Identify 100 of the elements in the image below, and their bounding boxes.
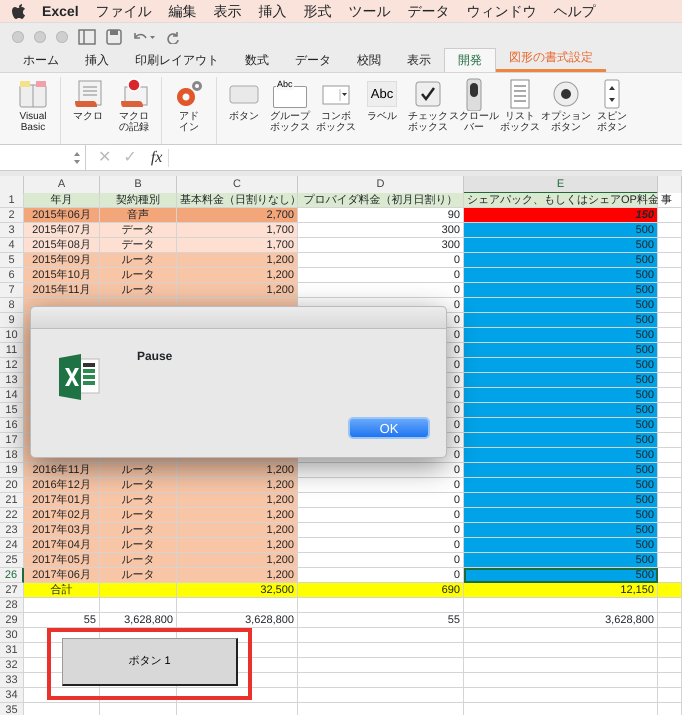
row-header[interactable]: 3	[0, 223, 24, 238]
table-cell: 3,628,800	[100, 613, 177, 628]
row-header[interactable]: 31	[0, 643, 24, 658]
row-header[interactable]: 8	[0, 298, 24, 313]
row-header[interactable]: 7	[0, 283, 24, 298]
menu-item[interactable]: ファイル	[96, 0, 152, 22]
row-header[interactable]: 1	[0, 193, 24, 208]
ribbon-tab[interactable]: 校閲	[344, 49, 394, 72]
form-button[interactable]: ボタン 1	[62, 638, 238, 686]
table-cell: 2015年10月	[24, 268, 100, 283]
ribbon-button[interactable]: アド イン	[168, 77, 210, 144]
menu-item[interactable]: 編集	[168, 0, 197, 22]
row-header[interactable]: 10	[0, 328, 24, 343]
table-cell: 500	[464, 448, 658, 463]
stepper-icon	[73, 150, 81, 164]
ribbon-button[interactable]: スピン ボタン	[591, 77, 633, 144]
row-header[interactable]: 28	[0, 598, 24, 613]
row-header[interactable]: 6	[0, 268, 24, 283]
row-header[interactable]: 15	[0, 403, 24, 418]
row-header[interactable]: 30	[0, 628, 24, 643]
table-cell: 0	[298, 523, 464, 538]
table-cell	[658, 388, 682, 403]
row-header[interactable]: 11	[0, 343, 24, 358]
table-cell: 1,200	[177, 508, 298, 523]
table-cell	[658, 583, 682, 598]
table-cell: 500	[464, 493, 658, 508]
row-header[interactable]: 35	[0, 703, 24, 715]
menu-item[interactable]: データ	[408, 0, 450, 22]
spreadsheet-app-icon	[57, 353, 101, 401]
row-header[interactable]: 12	[0, 358, 24, 373]
table-cell: 0	[298, 478, 464, 493]
ribbon-tab[interactable]: 数式	[232, 49, 282, 72]
row-header[interactable]: 22	[0, 508, 24, 523]
table-cell: 1,700	[177, 223, 298, 238]
menu-item[interactable]: 表示	[214, 0, 242, 22]
table-cell: 3,628,800	[464, 613, 658, 628]
table-cell: 500	[464, 283, 658, 298]
table-cell: ルータ	[100, 523, 177, 538]
table-cell: 0	[298, 568, 464, 583]
label-control-icon: Abc	[366, 81, 398, 107]
window-control[interactable]	[56, 30, 68, 42]
menu-item[interactable]: ツール	[348, 0, 391, 22]
table-cell: 500	[464, 328, 658, 343]
menu-item[interactable]: ウィンドウ	[466, 0, 537, 22]
row-header[interactable]: 14	[0, 388, 24, 403]
ribbon-tab[interactable]: 表示	[394, 49, 444, 72]
row-header[interactable]: 23	[0, 523, 24, 538]
row-header[interactable]: 13	[0, 373, 24, 388]
row-header[interactable]: 26	[0, 568, 24, 583]
row-header[interactable]: 5	[0, 253, 24, 268]
ribbon-button[interactable]: Abc グループ ボックス	[269, 77, 311, 144]
menu-item[interactable]: ヘルプ	[554, 0, 596, 22]
table-cell: 1,200	[177, 268, 298, 283]
menu-item[interactable]: 挿入	[258, 0, 287, 22]
row-header[interactable]: 34	[0, 688, 24, 703]
app-menu[interactable]: Excel	[42, 0, 79, 22]
table-cell: 500	[464, 463, 658, 478]
row-header[interactable]: 16	[0, 418, 24, 433]
row-header[interactable]: 17	[0, 433, 24, 448]
table-cell	[658, 628, 682, 643]
menu-item[interactable]: 形式	[304, 0, 332, 22]
table-cell	[658, 553, 682, 568]
table-cell: 500	[464, 298, 658, 313]
ribbon-button[interactable]: Abc ラベル	[361, 77, 403, 144]
table-cell: 300	[298, 223, 464, 238]
row-header[interactable]: 18	[0, 448, 24, 463]
row-header[interactable]: 29	[0, 613, 24, 628]
row-header[interactable]: 33	[0, 673, 24, 688]
row-header[interactable]: 32	[0, 658, 24, 673]
ribbon-button[interactable]: Visual Basic	[12, 77, 54, 144]
row-header[interactable]: 21	[0, 493, 24, 508]
ribbon-tab[interactable]: 開発	[444, 48, 496, 72]
column-header[interactable]: E	[464, 176, 658, 194]
table-cell: 2017年02月	[24, 508, 100, 523]
row-header[interactable]: 19	[0, 463, 24, 478]
ribbon-tab[interactable]: 挿入	[72, 49, 122, 72]
table-cell: 1,200	[177, 538, 298, 553]
ribbon-button[interactable]: ボタン	[223, 77, 265, 144]
ribbon-tab[interactable]: データ	[282, 49, 344, 72]
row-header[interactable]: 27	[0, 583, 24, 598]
table-cell: 55	[298, 613, 464, 628]
ribbon-tab[interactable]: 印刷レイアウト	[122, 49, 232, 72]
ribbon-button[interactable]: チェック ボックス	[407, 77, 449, 144]
row-header[interactable]: 25	[0, 553, 24, 568]
ribbon-button[interactable]: マクロ の記録	[113, 77, 155, 144]
table-cell	[658, 208, 682, 223]
ribbon-button[interactable]: マクロ	[67, 77, 109, 144]
row-header[interactable]: 24	[0, 538, 24, 553]
ribbon-tab[interactable]: ホーム	[10, 49, 72, 72]
ribbon-button[interactable]: コンボ ボックス	[315, 77, 357, 144]
table-cell: シェアパック、もしくはシェアOP料金	[464, 193, 658, 208]
ribbon-button[interactable]: リスト ボックス	[499, 77, 541, 144]
row-header[interactable]: 2	[0, 208, 24, 223]
window-control[interactable]	[34, 30, 46, 42]
insert-function-button[interactable]: fx	[150, 146, 162, 170]
row-header[interactable]: 20	[0, 478, 24, 493]
row-header[interactable]: 9	[0, 313, 24, 328]
table-cell	[658, 268, 682, 283]
window-control[interactable]	[12, 30, 24, 42]
row-header[interactable]: 4	[0, 238, 24, 253]
